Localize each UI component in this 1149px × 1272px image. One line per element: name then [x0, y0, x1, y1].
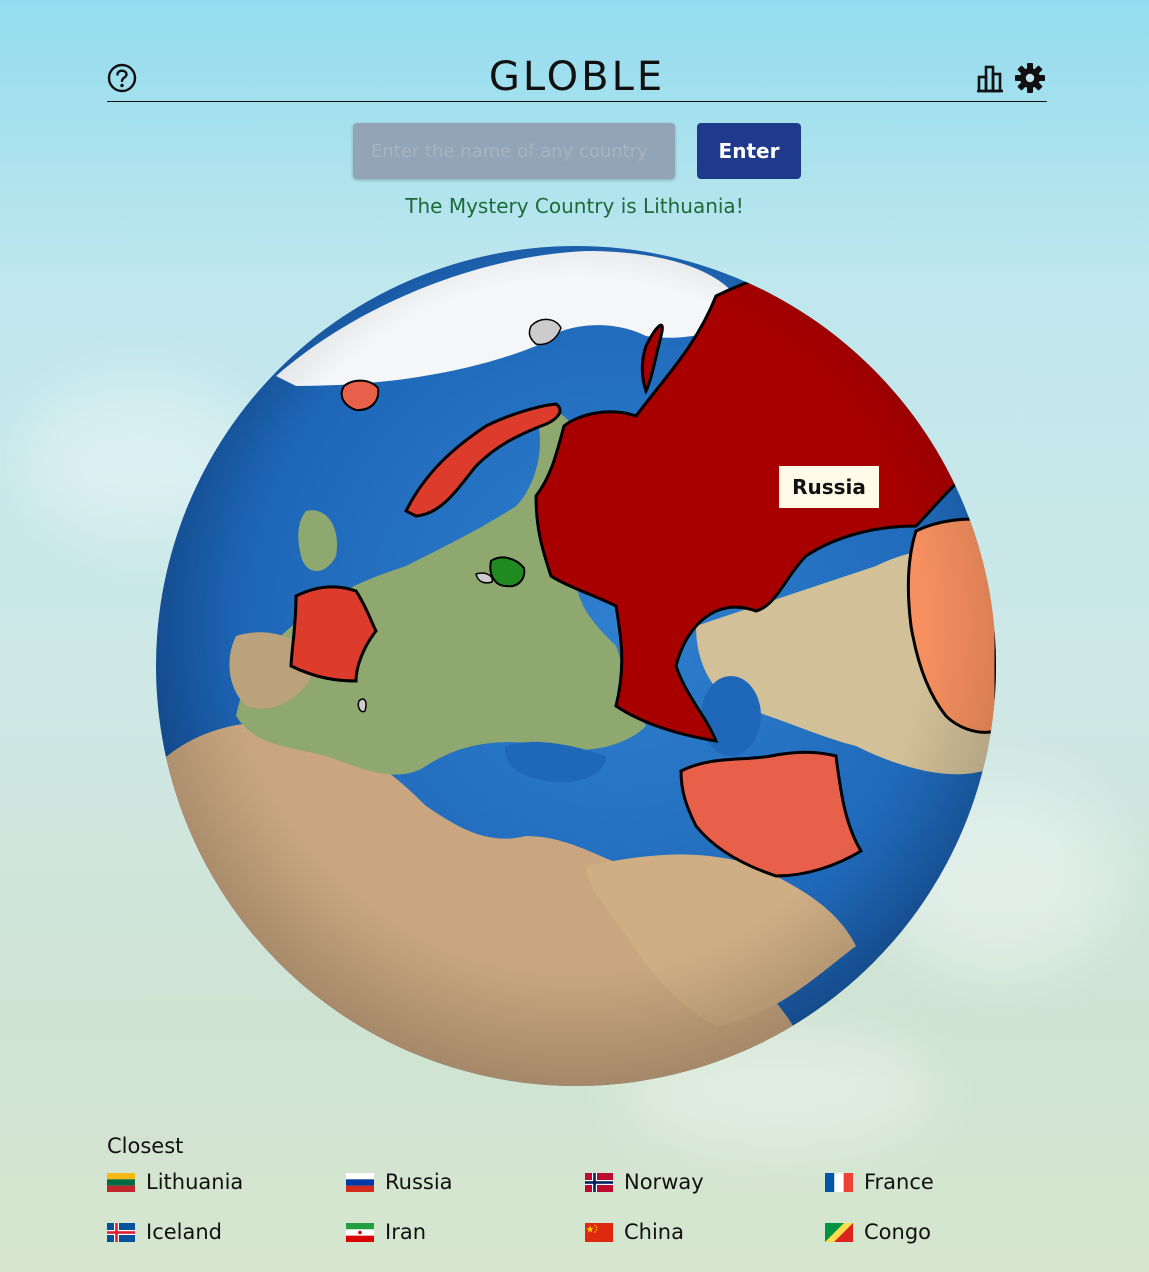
- guess-name: Norway: [624, 1170, 704, 1194]
- guess-name: France: [864, 1170, 934, 1194]
- result-message: The Mystery Country is Lithuania!: [405, 194, 744, 218]
- guess-item-france[interactable]: France: [825, 1167, 934, 1197]
- guess-name: Lithuania: [146, 1170, 244, 1194]
- header: GLOBLE: [107, 50, 1047, 102]
- guess-item-lithuania[interactable]: Lithuania: [107, 1167, 243, 1197]
- guess-item-iceland[interactable]: Iceland: [107, 1217, 222, 1247]
- closest-heading: Closest: [107, 1134, 184, 1158]
- guess-item-congo[interactable]: Congo: [825, 1217, 931, 1247]
- guess-name: Iran: [385, 1220, 427, 1244]
- guess-item-iran[interactable]: Iran: [346, 1217, 426, 1247]
- guess-item-russia[interactable]: Russia: [346, 1167, 453, 1197]
- settings-gear-icon[interactable]: [1014, 62, 1046, 94]
- globe[interactable]: [156, 246, 996, 1086]
- norway-flag-icon: [585, 1172, 613, 1192]
- china-flag-icon: [585, 1222, 613, 1242]
- guess-name: Congo: [864, 1220, 931, 1244]
- globe-map[interactable]: [156, 246, 996, 1086]
- enter-button[interactable]: Enter: [697, 123, 801, 179]
- guess-item-norway[interactable]: Norway: [585, 1167, 704, 1197]
- country-search-input[interactable]: [353, 123, 675, 179]
- congo-flag-icon: [825, 1222, 853, 1242]
- iran-flag-icon: [346, 1222, 374, 1242]
- guess-name: Iceland: [146, 1220, 223, 1244]
- guess-item-china[interactable]: China: [585, 1217, 684, 1247]
- app-title: GLOBLE: [488, 54, 666, 100]
- france-flag-icon: [825, 1172, 853, 1192]
- guess-name: Russia: [385, 1170, 453, 1194]
- statistics-icon[interactable]: [975, 63, 1005, 93]
- country-tooltip: Russia: [779, 466, 879, 508]
- guess-name: China: [624, 1220, 684, 1244]
- russia-flag-icon: [346, 1172, 374, 1192]
- iceland-flag-icon: [107, 1222, 135, 1242]
- lithuania-flag-icon: [107, 1172, 135, 1192]
